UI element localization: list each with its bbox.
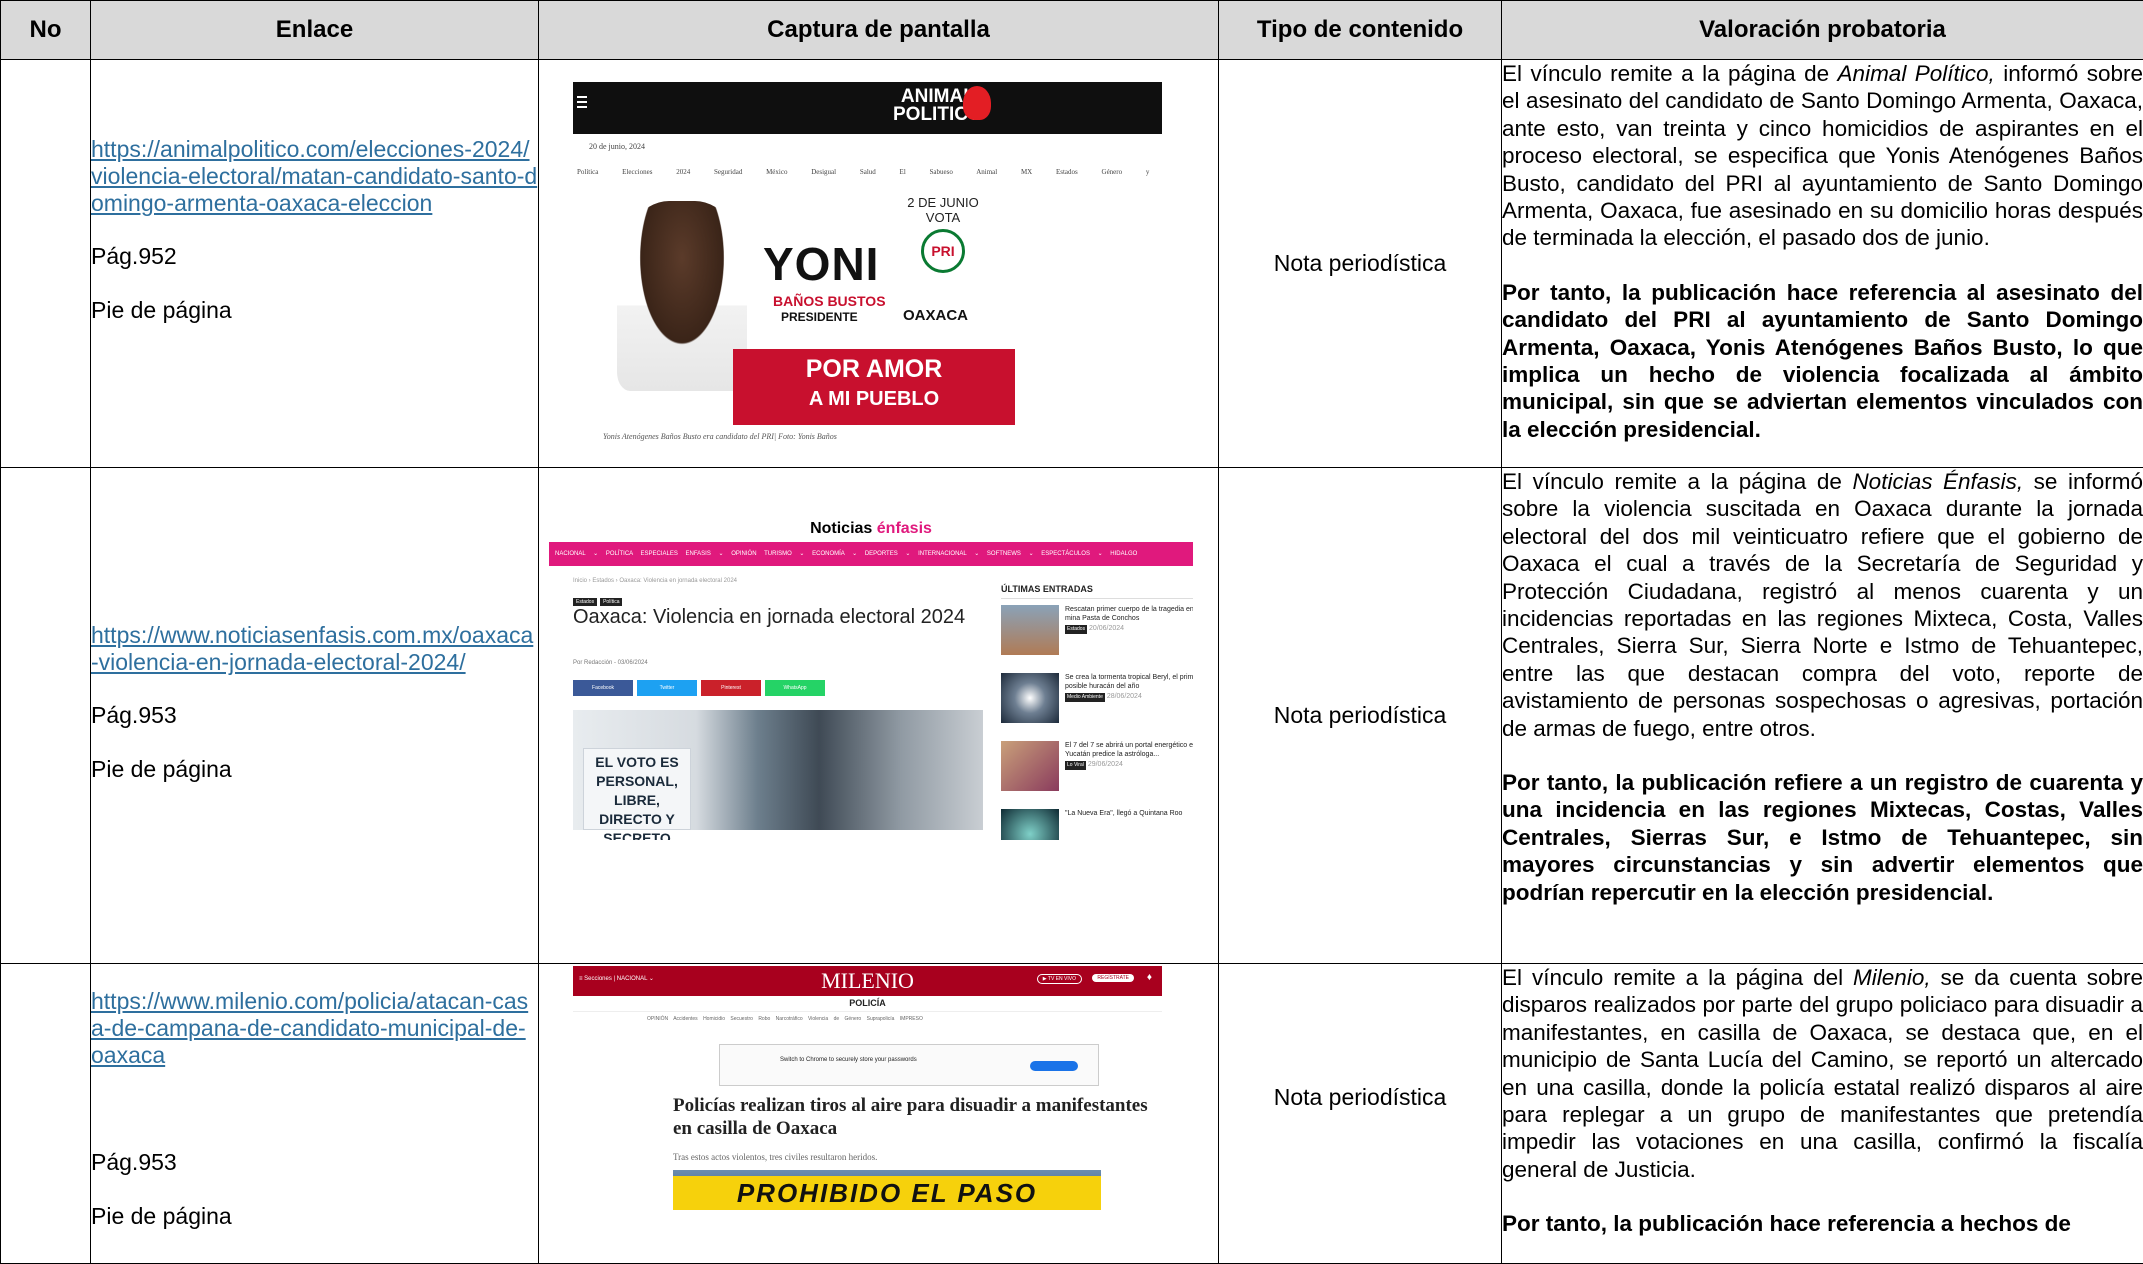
footnote-label: Pie de página (91, 297, 538, 324)
poster-date: 2 DE JUNIO VOTA (903, 195, 983, 225)
site-nav: Política Elecciones 2024 Seguridad Méxic… (577, 168, 1162, 176)
screenshot-animal-politico: ANIMALPOLITICO 20 de junio, 2024 Polític… (573, 82, 1162, 459)
evidence-table: No Enlace Captura de pantalla Tipo de co… (0, 0, 2143, 1264)
sub-nav: OPINIÓN Accidentes Homicidio Secuestro R… (647, 1016, 923, 1022)
row-number (1, 468, 91, 964)
page-reference: Pág.953 (91, 1149, 538, 1176)
page-reference: Pág.953 (91, 702, 538, 729)
candidate-photo (617, 201, 747, 391)
assessment-cell: El vínculo remite a la página de Animal … (1502, 60, 2143, 468)
content-type: Nota periodística (1219, 468, 1502, 964)
thumbnail (1001, 673, 1059, 723)
ballot-box-sign: EL VOTO ES PERSONAL, LIBRE, DIRECTO Y SE… (583, 748, 691, 830)
thumbnail (1001, 809, 1059, 840)
breadcrumb: Inicio › Estados › Oaxaca: Violencia en … (573, 578, 737, 584)
screenshot-cell: ≡ Secciones | NACIONAL ⌄ MILENIO ▶ TV EN… (539, 964, 1219, 1264)
photo-caption: Yonis Atenógenes Baños Busto era candida… (603, 432, 837, 441)
police-tape: PROHIBIDO EL PASO (673, 1176, 1101, 1210)
link-cell: https://animalpolitico.com/elecciones-20… (91, 60, 539, 468)
facebook-share-button: Facebook (573, 680, 633, 696)
header-enlace: Enlace (91, 1, 539, 60)
source-link[interactable]: https://animalpolitico.com/elecciones-20… (91, 136, 538, 217)
latest-entries-heading: ÚLTIMAS ENTRADAS (1001, 584, 1193, 599)
site-header: ≡ Secciones | NACIONAL ⌄ MILENIO ▶ TV EN… (573, 966, 1162, 996)
article-summary: Tras estos actos violentos, tres civiles… (673, 1152, 877, 1162)
header-captura: Captura de pantalla (539, 1, 1219, 60)
ad-button (1030, 1061, 1078, 1071)
article-photo: PROHIBIDO EL PASO (673, 1170, 1101, 1210)
article-title: Oaxaca: Violencia en jornada electoral 2… (573, 604, 983, 630)
table-row: https://www.noticiasenfasis.com.mx/oaxac… (1, 468, 2143, 964)
screenshot-cell: ANIMALPOLITICO 20 de junio, 2024 Polític… (539, 60, 1219, 468)
share-buttons: FacebookTwitterPinterestWhatsApp (573, 676, 829, 696)
register-button: REGÍSTRATE (1092, 974, 1134, 982)
assessment-text: El vínculo remite a la página de Noticia… (1502, 468, 2143, 742)
content-type: Nota periodística (1219, 60, 1502, 468)
assessment-conclusion: Por tanto, la publicación hace referenci… (1502, 1210, 2143, 1237)
page-reference: Pág.952 (91, 243, 538, 270)
source-link[interactable]: https://www.milenio.com/policia/atacan-c… (91, 988, 538, 1069)
table-row: https://animalpolitico.com/elecciones-20… (1, 60, 2143, 468)
screenshot-milenio: ≡ Secciones | NACIONAL ⌄ MILENIO ▶ TV EN… (573, 966, 1162, 1214)
article-byline: Por Redacción - 03/06/2024 (573, 660, 648, 666)
thumbnail (1001, 741, 1059, 791)
thumbnail (1001, 605, 1059, 655)
row-number (1, 60, 91, 468)
whatsapp-share-button: WhatsApp (765, 680, 825, 696)
poster-role: PRESIDENTE (781, 310, 858, 324)
site-nav: NACIONAL ⌄ POLÍTICA ESPECIALES ENFASIS ⌄… (549, 542, 1193, 566)
advertisement: Switch to Chrome to securely store your … (719, 1044, 1099, 1086)
logo-mark-icon (963, 86, 991, 120)
article-image: 2 DE JUNIO VOTA YONI BAÑOS BUSTOS PRESID… (603, 189, 1015, 427)
assessment-text: El vínculo remite a la página del Mileni… (1502, 964, 2143, 1183)
list-item: "La Nueva Era", llegó a Quintana Roo (1001, 809, 1193, 840)
assessment-cell: El vínculo remite a la página de Noticia… (1502, 468, 2143, 964)
party-logo-icon: PRI (921, 229, 965, 273)
poster-surname: BAÑOS BUSTOS (773, 293, 886, 309)
assessment-conclusion: Por tanto, la publicación hace referenci… (1502, 279, 2143, 443)
poster-state: OAXACA (903, 307, 968, 324)
link-cell: https://www.milenio.com/policia/atacan-c… (91, 964, 539, 1264)
ad-text: Switch to Chrome to securely store your … (780, 1057, 917, 1063)
site-logo: Noticias énfasis (549, 520, 1193, 538)
assessment-text: El vínculo remite a la página de Animal … (1502, 60, 2143, 252)
article-headline: Policías realizan tiros al aire para dis… (673, 1094, 1153, 1140)
footnote-label: Pie de página (91, 1203, 538, 1230)
list-item: Rescatan primer cuerpo de la tragedia en… (1001, 605, 1193, 667)
assessment-conclusion: Por tanto, la publicación refiere a un r… (1502, 769, 2143, 906)
poster-slogan: POR AMORA MI PUEBLO (733, 349, 1015, 425)
screenshot-noticias-enfasis: Noticias énfasis NACIONAL ⌄ POLÍTICA ESP… (549, 500, 1193, 840)
header-no: No (1, 1, 91, 60)
header-tipo: Tipo de contenido (1219, 1, 1502, 60)
link-cell: https://www.noticiasenfasis.com.mx/oaxac… (91, 468, 539, 964)
table-header-row: No Enlace Captura de pantalla Tipo de co… (1, 1, 2143, 60)
live-tv-button: ▶ TV EN VIVO (1037, 974, 1082, 984)
source-link[interactable]: https://www.noticiasenfasis.com.mx/oaxac… (91, 622, 538, 676)
pinterest-share-button: Pinterest (701, 680, 761, 696)
bell-icon: ♦ (1147, 972, 1152, 983)
footnote-label: Pie de página (91, 756, 538, 783)
poster-name: YONI (763, 237, 879, 291)
twitter-share-button: Twitter (637, 680, 697, 696)
row-number (1, 964, 91, 1264)
assessment-cell: El vínculo remite a la página del Mileni… (1502, 964, 2143, 1264)
list-item: El 7 del 7 se abrirá un portal energétic… (1001, 741, 1193, 803)
article-date: 20 de junio, 2024 (589, 142, 645, 151)
site-header: ANIMALPOLITICO (573, 82, 1162, 134)
screenshot-cell: Noticias énfasis NACIONAL ⌄ POLÍTICA ESP… (539, 468, 1219, 964)
header-valoracion: Valoración probatoria (1502, 1, 2143, 60)
menu-icon (577, 96, 587, 98)
latest-entries: ÚLTIMAS ENTRADAS Rescatan primer cuerpo … (1001, 584, 1193, 840)
content-type: Nota periodística (1219, 964, 1502, 1264)
section-title: POLICÍA (573, 998, 1162, 1012)
table-row: https://www.milenio.com/policia/atacan-c… (1, 964, 2143, 1264)
list-item: Se crea la tormenta tropical Beryl, el p… (1001, 673, 1193, 735)
